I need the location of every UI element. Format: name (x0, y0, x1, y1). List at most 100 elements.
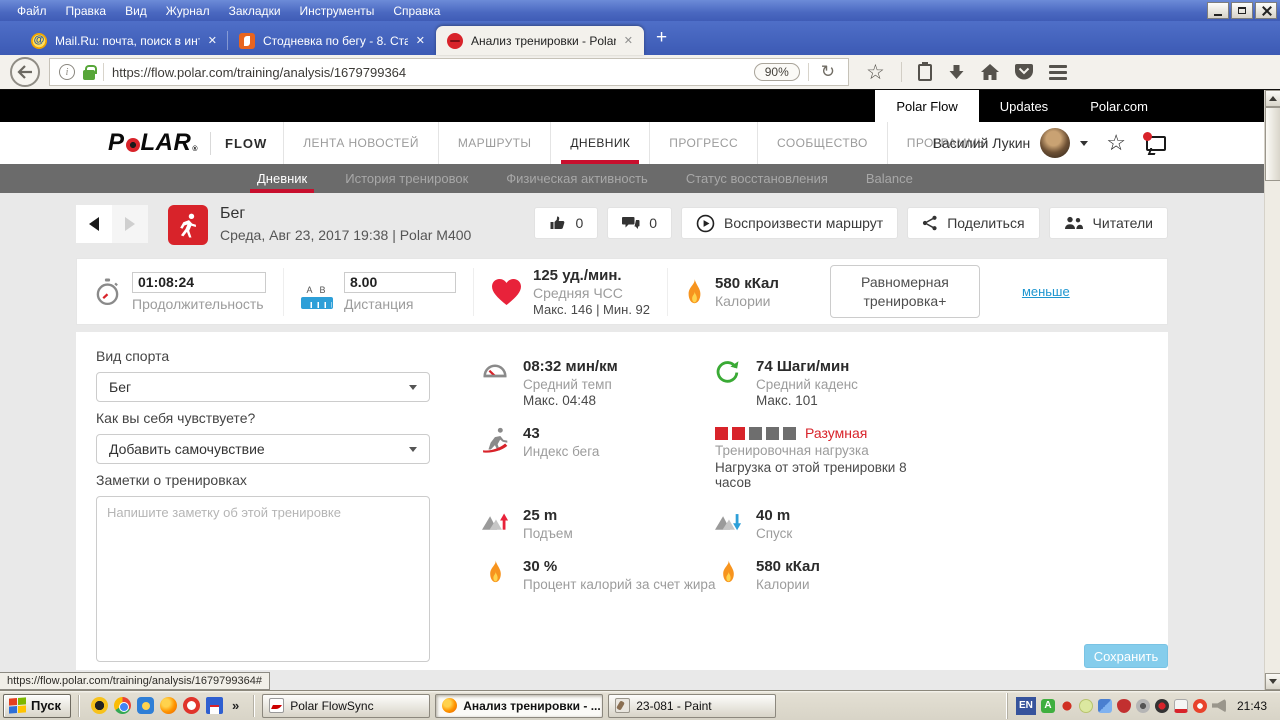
scrollbar-thumb[interactable] (1265, 107, 1280, 181)
share-icon (922, 215, 938, 231)
nav-item-routes[interactable]: МАРШРУТЫ (438, 122, 551, 164)
url-bar[interactable]: i https://flow.polar.com/training/analys… (49, 58, 849, 86)
tab-close-icon[interactable]: ✕ (624, 34, 633, 47)
favorites-star-icon[interactable]: ☆ (1106, 130, 1126, 156)
nav-item-diary[interactable]: ДНЕВНИК (550, 122, 649, 164)
quick-launch-overflow-chevron[interactable]: » (229, 698, 242, 713)
replay-route-button[interactable]: Воспроизвести маршрут (681, 207, 898, 239)
amigo-browser-icon[interactable] (137, 697, 154, 714)
tray-icon-green-a[interactable]: A (1041, 699, 1055, 713)
back-button[interactable] (10, 57, 40, 87)
training-load-label: Тренировочная нагрузка (715, 443, 1045, 458)
start-button[interactable]: Пуск (3, 694, 71, 718)
minimize-button[interactable] (1207, 2, 1229, 19)
user-name[interactable]: Василий Лукин (933, 135, 1031, 151)
save-button[interactable]: Сохранить (1084, 644, 1168, 668)
distance-input[interactable] (344, 272, 456, 293)
duration-input[interactable] (132, 272, 266, 293)
play-icon (696, 214, 715, 233)
site-tab-polar-flow[interactable]: Polar Flow (875, 90, 978, 122)
firefox-icon[interactable] (160, 697, 177, 714)
menu-edit[interactable]: Правка (57, 2, 117, 20)
chrome-icon[interactable] (114, 697, 131, 714)
previous-session-button[interactable] (76, 205, 112, 243)
session-titles: Бег Среда, Авг 23, 2017 19:38 | Polar M4… (220, 205, 471, 243)
tray-icon-sync-app[interactable] (1174, 699, 1188, 713)
like-button[interactable]: 0 (534, 207, 598, 239)
followers-button[interactable]: Читатели (1049, 207, 1168, 239)
menu-bookmarks[interactable]: Закладки (220, 2, 291, 20)
tab-mailru[interactable]: @ Mail.Ru: почта, поиск в инт... ✕ (20, 26, 228, 55)
tab-polar-active[interactable]: Анализ тренировки - Polar F... ✕ (436, 26, 644, 55)
home-icon[interactable] (981, 64, 999, 80)
chevron-down-icon (409, 385, 417, 390)
task-flowsync[interactable]: Polar FlowSync (262, 694, 430, 718)
tab-run100[interactable]: Стодневка по бегу - 8. Ста... ✕ (228, 26, 436, 55)
site-tabs: Polar Flow Updates Polar.com (875, 90, 1169, 122)
tray-icon-dark-red-circle[interactable] (1155, 699, 1169, 713)
url-text[interactable]: https://flow.polar.com/training/analysis… (112, 65, 746, 80)
tray-icon-orange-ring[interactable] (1193, 699, 1207, 713)
menu-history[interactable]: Журнал (157, 2, 220, 20)
library-clipboard-icon[interactable] (918, 64, 932, 81)
feeling-select[interactable]: Добавить самочувствие (96, 434, 430, 464)
menu-view[interactable]: Вид (116, 2, 157, 20)
task-paint[interactable]: 23-081 - Paint (608, 694, 776, 718)
floppy-save-icon[interactable] (206, 697, 223, 714)
tab-close-icon[interactable]: ✕ (208, 34, 217, 47)
menu-hamburger-icon[interactable] (1049, 65, 1067, 80)
tray-icon-red-shield[interactable] (1117, 699, 1131, 713)
next-session-button[interactable] (112, 205, 148, 243)
vertical-scrollbar[interactable] (1264, 90, 1280, 690)
nav-item-progress[interactable]: ПРОГРЕСС (649, 122, 757, 164)
summary-card: Продолжительность AB Дистанция 125 уд./м… (76, 258, 1168, 325)
nav-item-feed[interactable]: ЛЕНТА НОВОСТЕЙ (283, 122, 438, 164)
restore-button[interactable] (1231, 2, 1253, 19)
subnav-balance[interactable]: Balance (847, 164, 932, 193)
scroll-down-button[interactable] (1265, 673, 1280, 690)
tab-close-icon[interactable]: ✕ (416, 34, 425, 47)
notifications-chat-icon[interactable] (1146, 136, 1166, 151)
menu-tools[interactable]: Инструменты (291, 2, 385, 20)
site-tab-polar-com[interactable]: Polar.com (1069, 90, 1169, 122)
chevron-down-icon[interactable] (1080, 141, 1088, 146)
avatar[interactable] (1040, 128, 1070, 158)
menu-help[interactable]: Справка (384, 2, 450, 20)
downloads-icon[interactable] (948, 64, 965, 80)
hr-label: Средняя ЧСС (533, 285, 650, 301)
pocket-icon[interactable] (1015, 64, 1033, 80)
tray-icon-leaf[interactable] (1079, 699, 1093, 713)
info-icon[interactable]: i (59, 64, 75, 80)
notes-textarea[interactable] (96, 496, 430, 662)
tray-icon-red-star[interactable] (1060, 699, 1074, 713)
site-tab-updates[interactable]: Updates (979, 90, 1069, 122)
tray-icon-webcam[interactable] (1136, 699, 1150, 713)
subnav-diary[interactable]: Дневник (238, 164, 326, 193)
pace-value: 08:32 мин/км (523, 358, 618, 375)
bookmark-star-icon[interactable]: ☆ (866, 62, 885, 83)
start-label: Пуск (31, 698, 61, 713)
speaker-icon[interactable] (1212, 699, 1226, 713)
tray-icon-blue-blocks[interactable] (1098, 699, 1112, 713)
zoom-indicator[interactable]: 90% (754, 63, 800, 81)
subnav-activity[interactable]: Физическая активность (487, 164, 667, 193)
subnav-recovery-status[interactable]: Статус восстановления (667, 164, 847, 193)
calories-label: Калории (715, 293, 779, 309)
share-button[interactable]: Поделиться (907, 207, 1039, 239)
language-indicator[interactable]: EN (1016, 697, 1036, 715)
nav-item-community[interactable]: СООБЩЕСТВО (757, 122, 887, 164)
sport-select[interactable]: Бег (96, 372, 430, 402)
polar-logo[interactable]: PLAR® (108, 129, 198, 157)
opera-icon[interactable] (183, 697, 200, 714)
comment-button[interactable]: 0 (607, 207, 672, 239)
menu-file[interactable]: Файл (8, 2, 57, 20)
scroll-up-button[interactable] (1265, 90, 1280, 107)
subnav-training-history[interactable]: История тренировок (326, 164, 487, 193)
pace-max: Макс. 04:48 (523, 393, 618, 408)
reload-icon[interactable]: ↻ (817, 62, 839, 82)
show-less-link[interactable]: меньше (1022, 284, 1070, 299)
task-browser-active[interactable]: Анализ тренировки - ... (435, 694, 603, 718)
aimp-icon[interactable] (91, 697, 108, 714)
new-tab-button[interactable]: + (656, 27, 667, 49)
close-button[interactable] (1255, 2, 1277, 19)
